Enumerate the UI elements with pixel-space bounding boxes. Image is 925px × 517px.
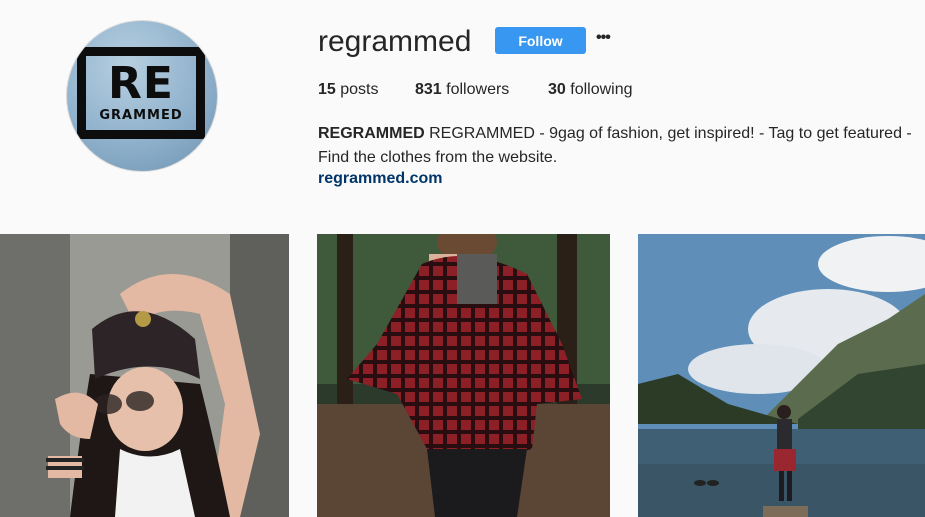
followers-count: 831 (415, 81, 442, 98)
profile-avatar[interactable]: RE GRAMMED (66, 20, 218, 172)
post-thumbnail[interactable] (638, 234, 925, 517)
following-count: 30 (548, 81, 566, 98)
profile-website-link[interactable]: regrammed.com (318, 170, 443, 188)
followers-label: followers (446, 81, 510, 98)
post-thumbnail[interactable] (317, 234, 610, 517)
post-image-woman-beanie (0, 234, 289, 517)
followers-stat[interactable]: 831 followers (415, 81, 509, 99)
logo-text-grammed: GRAMMED (99, 108, 183, 123)
post-image-plaid-shirt (317, 234, 610, 517)
posts-stat: 15 posts (318, 81, 379, 99)
profile-username: regrammed (318, 25, 472, 58)
regrammed-logo: RE GRAMMED (77, 47, 205, 139)
logo-text-re: RE (108, 58, 174, 109)
posts-count: 15 (318, 81, 336, 98)
following-stat[interactable]: 30 following (548, 81, 633, 99)
profile-bio: REGRAMMED REGRAMMED - 9gag of fashion, g… (318, 122, 918, 170)
more-options-icon[interactable]: ••• (596, 28, 614, 52)
bio-name: REGRAMMED (318, 125, 425, 142)
following-label: following (570, 81, 633, 98)
follow-button[interactable]: Follow (495, 27, 586, 54)
posts-label: posts (340, 81, 379, 98)
post-thumbnail[interactable] (0, 234, 289, 517)
post-image-lake-mountains (638, 234, 925, 517)
